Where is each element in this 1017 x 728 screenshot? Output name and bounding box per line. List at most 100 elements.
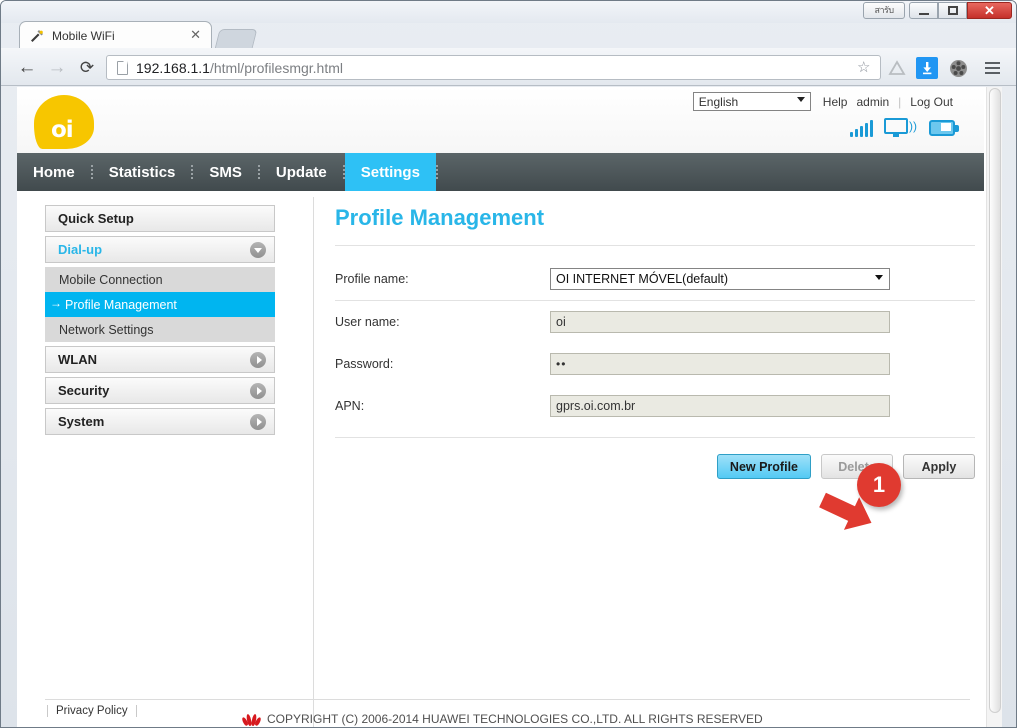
browser-toolbar: ← → ⟳ 192.168.1.1/html/profilesmgr.html …: [1, 48, 1016, 86]
download-icon[interactable]: [916, 57, 938, 79]
logo-text: oi: [51, 117, 74, 143]
sidebar-item-label: Profile Management: [65, 297, 177, 312]
chevron-right-icon[interactable]: [250, 383, 266, 399]
new-tab-button[interactable]: [214, 29, 258, 49]
browser-tab-mobile-wifi[interactable]: Mobile WiFi ✕: [19, 21, 212, 49]
profile-name-select[interactable]: OI INTERNET MÓVEL(default): [550, 268, 890, 290]
step-annotation: 1: [819, 463, 955, 558]
sidebar-group-label: WLAN: [58, 352, 97, 367]
copyright-block: COPYRIGHT (C) 2006-2014 HUAWEI TECHNOLOG…: [241, 712, 763, 726]
tools-icon: [29, 28, 45, 44]
page-scrollbar[interactable]: [986, 87, 1002, 727]
password-label: Password:: [335, 357, 394, 371]
admin-user-label[interactable]: admin: [856, 95, 889, 109]
page-title: Profile Management: [335, 205, 545, 230]
user-name-label: User name:: [335, 315, 400, 329]
chevron-down-icon: [796, 97, 805, 102]
buttons-rule: [335, 437, 975, 438]
film-reel-icon[interactable]: [947, 57, 969, 79]
sidebar-item-profile-management[interactable]: Profile Management: [45, 292, 275, 317]
minimize-icon: [918, 12, 929, 15]
profile-management-panel: Profile Management Profile name: OI INTE…: [335, 205, 975, 479]
nav-item-home[interactable]: Home: [17, 153, 91, 191]
forward-icon[interactable]: →: [45, 56, 69, 80]
sidebar-group-label: Dial-up: [58, 242, 103, 257]
chevron-right-icon[interactable]: [250, 414, 266, 430]
battery-icon: [929, 120, 959, 137]
sidebar-group-label: System: [58, 414, 105, 429]
window-maximize-button[interactable]: [938, 2, 967, 19]
sidebar-item-mobile-connection[interactable]: Mobile Connection: [45, 267, 275, 292]
page-icon: [117, 60, 128, 75]
window-extra-button[interactable]: สารับ: [863, 2, 905, 19]
menu-line: [984, 62, 1000, 64]
sidebar-group-dial-up[interactable]: Dial-up: [45, 236, 275, 263]
sidebar-group-wlan[interactable]: WLAN: [45, 346, 275, 373]
browser-tabstrip: Mobile WiFi ✕: [1, 19, 1016, 49]
nav-item-sms[interactable]: SMS: [193, 153, 258, 191]
address-bar-text: 192.168.1.1/html/profilesmgr.html: [136, 60, 343, 76]
language-select[interactable]: English: [692, 92, 811, 111]
form-row-profile-name: Profile name: OI INTERNET MÓVEL(default): [335, 258, 975, 300]
window-minimize-button[interactable]: [909, 2, 938, 19]
user-name-input[interactable]: oi: [550, 311, 890, 333]
profile-name-value: OI INTERNET MÓVEL(default): [556, 272, 729, 286]
nav-item-update[interactable]: Update: [260, 153, 343, 191]
password-input[interactable]: ••: [550, 353, 890, 375]
main-navigation: Home Statistics SMS Update Settings: [17, 153, 984, 191]
chevron-right-icon[interactable]: [250, 352, 266, 368]
chevron-down-icon[interactable]: [250, 242, 266, 258]
menu-icon[interactable]: [981, 57, 1003, 79]
profile-name-label: Profile name:: [335, 272, 409, 286]
help-link[interactable]: Help: [823, 95, 848, 109]
nav-item-statistics[interactable]: Statistics: [93, 153, 192, 191]
menu-line: [984, 72, 1000, 74]
address-path: /html/profilesmgr.html: [209, 59, 344, 76]
chevron-down-icon: [875, 275, 883, 280]
sidebar-group-system[interactable]: System: [45, 408, 275, 435]
site-header: oi English Help admin | Log Out)): [17, 87, 984, 157]
bookmark-star-icon[interactable]: ☆: [857, 58, 870, 76]
maximize-icon: [947, 6, 958, 15]
header-divider: |: [898, 94, 902, 109]
oi-logo: oi: [34, 95, 98, 153]
settings-sidebar: Quick Setup Dial-up Mobile Connection Pr…: [45, 205, 275, 439]
form-row-password: Password: ••: [335, 343, 975, 385]
form-row-apn: APN: gprs.oi.com.br: [335, 385, 975, 427]
back-icon[interactable]: ←: [15, 56, 39, 80]
privacy-policy-link[interactable]: Privacy Policy: [47, 705, 137, 717]
sidebar-group-label: Quick Setup: [58, 211, 134, 226]
tab-close-icon[interactable]: ✕: [190, 28, 201, 42]
footer-rule: [45, 699, 970, 700]
address-host: 192.168.1.1: [136, 59, 210, 76]
huawei-logo-icon: [241, 713, 262, 726]
logout-link[interactable]: Log Out: [910, 95, 953, 109]
new-profile-button[interactable]: New Profile: [716, 454, 811, 479]
copyright-text: COPYRIGHT (C) 2006-2014 HUAWEI TECHNOLOG…: [267, 712, 763, 726]
language-select-value: English: [698, 94, 739, 109]
site-footer: Privacy Policy COPYRIGHT (C) 2006-2014 H…: [17, 705, 984, 727]
browser-window: สารับ ✕ Mobile WiFi ✕ ← → ⟳ 192.168.1.1/…: [0, 0, 1017, 728]
address-bar[interactable]: 192.168.1.1/html/profilesmgr.html: [106, 55, 881, 80]
sidebar-item-network-settings[interactable]: Network Settings: [45, 317, 275, 342]
window-close-button[interactable]: ✕: [967, 2, 1012, 19]
wifi-monitor-icon: )): [884, 118, 918, 137]
page-scrollbar-thumb[interactable]: [989, 88, 1001, 713]
drive-icon[interactable]: [886, 57, 908, 79]
close-icon: ✕: [984, 3, 995, 18]
reload-icon[interactable]: ⟳: [75, 56, 99, 80]
annotation-step-number: 1: [857, 463, 901, 507]
title-rule: [335, 245, 975, 246]
header-utility-bar: English Help admin | Log Out: [692, 92, 962, 111]
sidebar-group-quick-setup[interactable]: Quick Setup: [45, 205, 275, 232]
signal-bars-icon: [850, 120, 873, 137]
column-divider: [313, 197, 314, 727]
browser-tab-title: Mobile WiFi: [52, 28, 115, 43]
nav-item-settings[interactable]: Settings: [344, 153, 436, 191]
apn-input[interactable]: gprs.oi.com.br: [550, 395, 890, 417]
device-status-icons: )): [850, 118, 959, 137]
sidebar-group-security[interactable]: Security: [45, 377, 275, 404]
apn-label: APN:: [335, 399, 365, 413]
sidebar-item-label: Network Settings: [59, 322, 154, 337]
menu-line: [984, 67, 1000, 69]
